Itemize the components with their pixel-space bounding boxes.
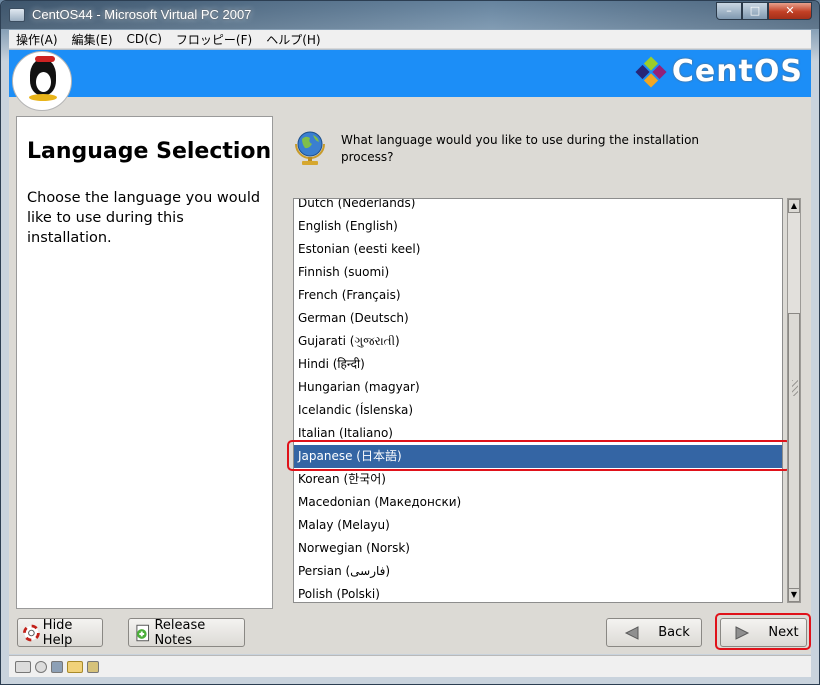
maximize-button[interactable]: □ [742,2,768,20]
language-list[interactable]: Dutch (Nederlands) English (English) Eston… [293,198,783,603]
window-title: CentOS44 - Microsoft Virtual PC 2007 [32,7,252,22]
language-option[interactable]: French (Français) [294,284,782,307]
installer-content: CentOS Language Selection Choose the lan… [9,50,811,654]
minimize-button[interactable]: – [716,2,742,20]
language-option[interactable]: Hungarian (magyar) [294,376,782,399]
centos-mark-icon [635,55,667,88]
release-notes-button[interactable]: Release Notes [128,617,245,648]
network-icon[interactable] [87,660,99,673]
virtual-pc-window: CentOS44 - Microsoft Virtual PC 2007 – □… [0,0,820,685]
anaconda-penguin-icon [12,51,72,111]
back-button[interactable]: Back [606,618,702,647]
release-notes-icon [136,624,150,641]
language-option[interactable]: Estonian (eesti keel) [294,238,782,261]
menu-action[interactable]: 操作(A) [9,31,65,48]
language-option[interactable]: Finnish (suomi) [294,261,782,284]
language-option[interactable]: Dutch (Nederlands) [294,199,782,215]
hide-help-label: Hide Help [42,617,73,648]
language-option[interactable]: Korean (한국어) [294,468,782,491]
scroll-thumb[interactable] [788,313,800,602]
back-label: Back [658,625,690,640]
help-panel: Language Selection Choose the language y… [16,116,273,609]
back-arrow-icon [625,625,639,640]
menu-cd[interactable]: CD(C) [120,32,169,46]
release-notes-label: Release Notes [154,617,206,648]
language-option[interactable]: German (Deutsch) [294,307,782,330]
close-button[interactable]: ✕ [768,2,812,20]
language-option[interactable]: Hindi (हिन्दी) [294,353,782,376]
language-question: What language would you like to use duri… [341,133,700,164]
floppy-icon[interactable] [51,660,63,673]
menu-bar: 操作(A) 編集(E) CD(C) フロッピー(F) ヘルプ(H) [9,30,811,49]
title-bar[interactable]: CentOS44 - Microsoft Virtual PC 2007 – □… [1,1,819,29]
scroll-down-arrow-icon[interactable]: ▼ [788,588,800,602]
menu-floppy[interactable]: フロッピー(F) [169,31,259,48]
centos-logo: CentOS [634,54,803,89]
language-option[interactable]: Norwegian (Norsk) [294,537,782,560]
language-list-scrollbar[interactable]: ▲ ▼ [787,198,801,603]
hard-disk-icon[interactable] [15,660,31,673]
language-option[interactable]: Persian (فارسی) [294,560,782,583]
help-title: Language Selection [27,139,272,164]
globe-icon [295,131,325,165]
selection-annotation [287,440,791,471]
cd-icon[interactable] [35,660,47,673]
language-option[interactable]: Polish (Polski) [294,583,782,602]
lifebuoy-icon [23,624,40,641]
scroll-up-arrow-icon[interactable]: ▲ [788,199,800,213]
language-option[interactable]: Icelandic (Íslenska) [294,399,782,422]
app-icon [9,8,25,22]
hide-help-button[interactable]: Hide Help [17,617,103,648]
menu-edit[interactable]: 編集(E) [65,31,120,48]
help-text: Choose the language you would like to us… [27,190,261,246]
language-option[interactable]: English (English) [294,215,782,238]
language-option[interactable]: Gujarati (ગુજરાતી) [294,330,782,353]
language-option[interactable]: Macedonian (Македонски) [294,491,782,514]
menu-help[interactable]: ヘルプ(H) [259,31,327,48]
installer-banner: CentOS [9,50,811,97]
folder-icon[interactable] [67,660,83,673]
status-bar [9,655,811,677]
brand-text: CentOS [671,54,803,89]
language-option[interactable]: Malay (Melayu) [294,514,782,537]
next-annotation [715,613,811,650]
